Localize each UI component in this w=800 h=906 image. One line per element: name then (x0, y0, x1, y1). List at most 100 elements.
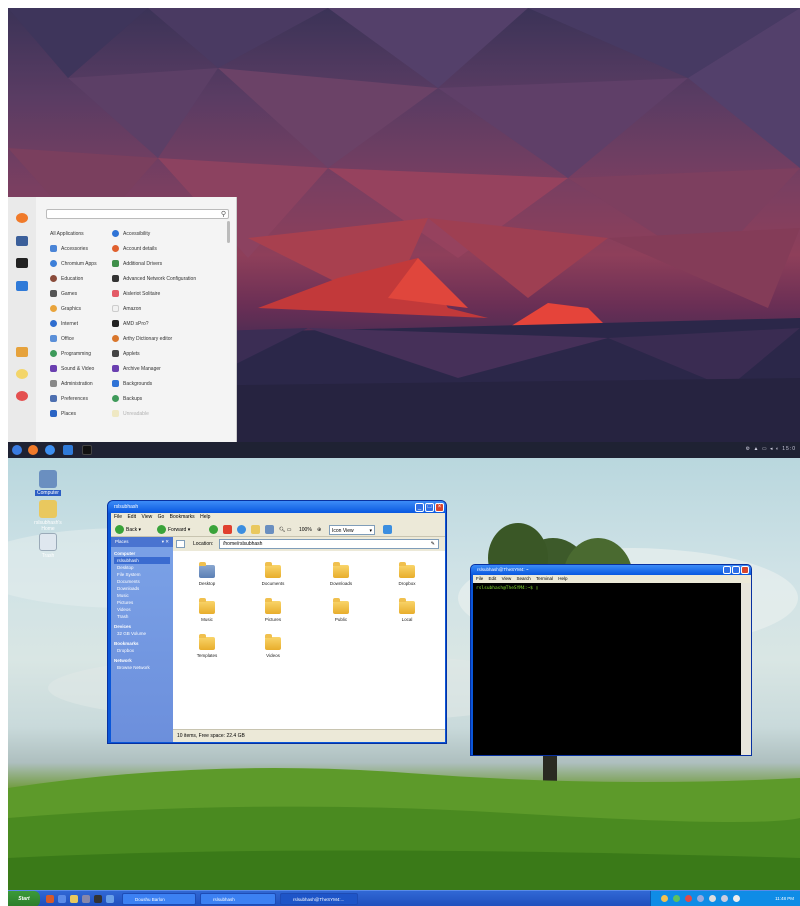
app-item[interactable]: Amazon (112, 305, 141, 314)
sidebar-item-pictures[interactable]: Pictures (117, 599, 133, 606)
sidebar-item-filesystem[interactable]: File System (117, 571, 141, 578)
category-item[interactable]: Places (50, 410, 76, 419)
up-button[interactable] (209, 525, 220, 535)
forward-button[interactable]: Forward ▾ (157, 525, 190, 535)
menu-terminal[interactable]: Terminal (536, 576, 553, 581)
app-item[interactable]: Additional Drivers (112, 260, 162, 269)
power-icon[interactable] (16, 391, 28, 401)
category-item[interactable]: Accessories (50, 245, 88, 254)
category-item[interactable]: Chromium Apps (50, 260, 97, 269)
sidebar-item-home[interactable]: rslsubhash (114, 557, 170, 564)
view-mode-select[interactable]: Icon View ▾ (329, 525, 375, 535)
folder-templates[interactable]: Templates (187, 634, 227, 658)
reload-button[interactable] (237, 525, 248, 535)
menu-view[interactable]: View (141, 514, 152, 520)
app-item[interactable]: Account details (112, 245, 157, 254)
menu-file[interactable]: File (476, 576, 483, 581)
start-menu-scrollbar[interactable] (227, 221, 230, 243)
close-sidebar-icon[interactable]: ▾ ✕ (162, 537, 169, 547)
sidebar-item-music[interactable]: Music (117, 592, 129, 599)
terminal-icon[interactable] (94, 895, 102, 903)
menu-help[interactable]: Help (200, 514, 210, 520)
terminal-titlebar[interactable]: rslsubhash@TheSYM4: ~ (471, 565, 751, 575)
search-button[interactable] (383, 525, 394, 535)
folder-icon[interactable] (70, 895, 78, 903)
folder-music[interactable]: Music (187, 598, 227, 622)
terminal-icon[interactable] (16, 258, 28, 268)
terminal-scrollbar[interactable] (741, 583, 751, 755)
chromium-icon[interactable] (45, 445, 55, 455)
menu-go[interactable]: Go (158, 514, 165, 520)
app-icon[interactable] (82, 895, 90, 903)
app-item[interactable]: Backups (112, 395, 142, 404)
volume-icon[interactable] (733, 895, 740, 902)
location-input[interactable]: /home/rslsubhash ✎ (219, 539, 439, 549)
folder-public[interactable]: Public (321, 598, 361, 622)
lock-icon[interactable] (16, 347, 28, 357)
files-icon[interactable] (63, 445, 73, 455)
folder-dropbox[interactable]: Dropbox (387, 562, 427, 586)
files-icon[interactable] (16, 281, 28, 291)
browser-icon[interactable] (46, 895, 54, 903)
category-item[interactable]: Sound & Video (50, 365, 94, 374)
close-button[interactable]: × (435, 503, 444, 512)
app-item[interactable]: Applets (112, 350, 140, 359)
folder-documents[interactable]: Documents (253, 562, 293, 586)
folder-downloads[interactable]: Downloads (321, 562, 361, 586)
menu-help[interactable]: Help (558, 576, 567, 581)
category-item[interactable]: All Applications (50, 230, 84, 239)
app-item[interactable]: Archive Manager (112, 365, 161, 374)
sidebar-item-documents[interactable]: Documents (117, 578, 140, 585)
computer-button[interactable] (265, 525, 276, 535)
bluetooth-icon[interactable] (709, 895, 716, 902)
app-item[interactable]: Unreadable (112, 410, 149, 419)
start-menu-search-input[interactable]: ⚲ (46, 209, 229, 219)
notification-icon[interactable] (661, 895, 668, 902)
minimize-button[interactable] (723, 566, 731, 574)
task-file-manager[interactable]: rslsubhash (200, 893, 276, 905)
sidebar-item-downloads[interactable]: Downloads (117, 585, 139, 592)
desktop-icon-home[interactable]: rslsubhash's Home (26, 500, 70, 532)
maximize-button[interactable] (732, 566, 740, 574)
category-item[interactable]: Programming (50, 350, 91, 359)
menu-edit[interactable]: Edit (489, 576, 497, 581)
minimize-button[interactable]: _ (415, 503, 424, 512)
back-button[interactable]: Back ▾ (115, 525, 141, 535)
desktop-icon-computer[interactable]: Computer (26, 470, 70, 496)
stop-button[interactable] (223, 525, 234, 535)
maximize-button[interactable]: □ (425, 503, 434, 512)
firefox-icon[interactable] (16, 213, 28, 223)
close-button[interactable] (741, 566, 749, 574)
battery-icon[interactable] (721, 895, 728, 902)
category-item[interactable]: Graphics (50, 305, 81, 314)
network-icon[interactable] (697, 895, 704, 902)
mail-icon[interactable] (58, 895, 66, 903)
toggle-path-button[interactable] (176, 540, 185, 548)
folder-desktop[interactable]: Desktop (187, 562, 227, 586)
logout-icon[interactable] (16, 369, 28, 379)
menu-view[interactable]: View (502, 576, 512, 581)
zoom-out-button[interactable]: 🔍︎ ▭ (279, 525, 291, 535)
category-item[interactable]: Internet (50, 320, 78, 329)
alert-icon[interactable] (685, 895, 692, 902)
app-item[interactable]: Advanced Network Configuration (112, 275, 196, 284)
desktop-icon[interactable] (106, 895, 114, 903)
settings-icon[interactable] (16, 236, 28, 246)
category-item[interactable]: Administration (50, 380, 93, 389)
folder-pictures[interactable]: Pictures (253, 598, 293, 622)
desktop-icon-trash[interactable]: Trash (26, 533, 70, 559)
folder-local[interactable]: Local (387, 598, 427, 622)
sidebar-item-trash[interactable]: Trash (117, 613, 128, 620)
task-doushu[interactable]: Doushu Barlon (122, 893, 196, 905)
system-tray[interactable]: ⚙ ▲ ▭ ◂ ◐ 15:0 (746, 446, 796, 452)
app-item[interactable]: Accessibility (112, 230, 150, 239)
update-icon[interactable] (673, 895, 680, 902)
start-button[interactable]: Start (8, 891, 40, 906)
app-item[interactable]: Aisleriot Solitaire (112, 290, 160, 299)
sidebar-item-videos[interactable]: Videos (117, 606, 131, 613)
sidebar-header[interactable]: Places ▾ ✕ (111, 537, 173, 547)
app-item[interactable]: Arthy Dictionary editor (112, 335, 172, 344)
menu-search[interactable]: Search (517, 576, 531, 581)
menu-edit[interactable]: Edit (127, 514, 136, 520)
terminal-icon[interactable] (82, 445, 92, 455)
